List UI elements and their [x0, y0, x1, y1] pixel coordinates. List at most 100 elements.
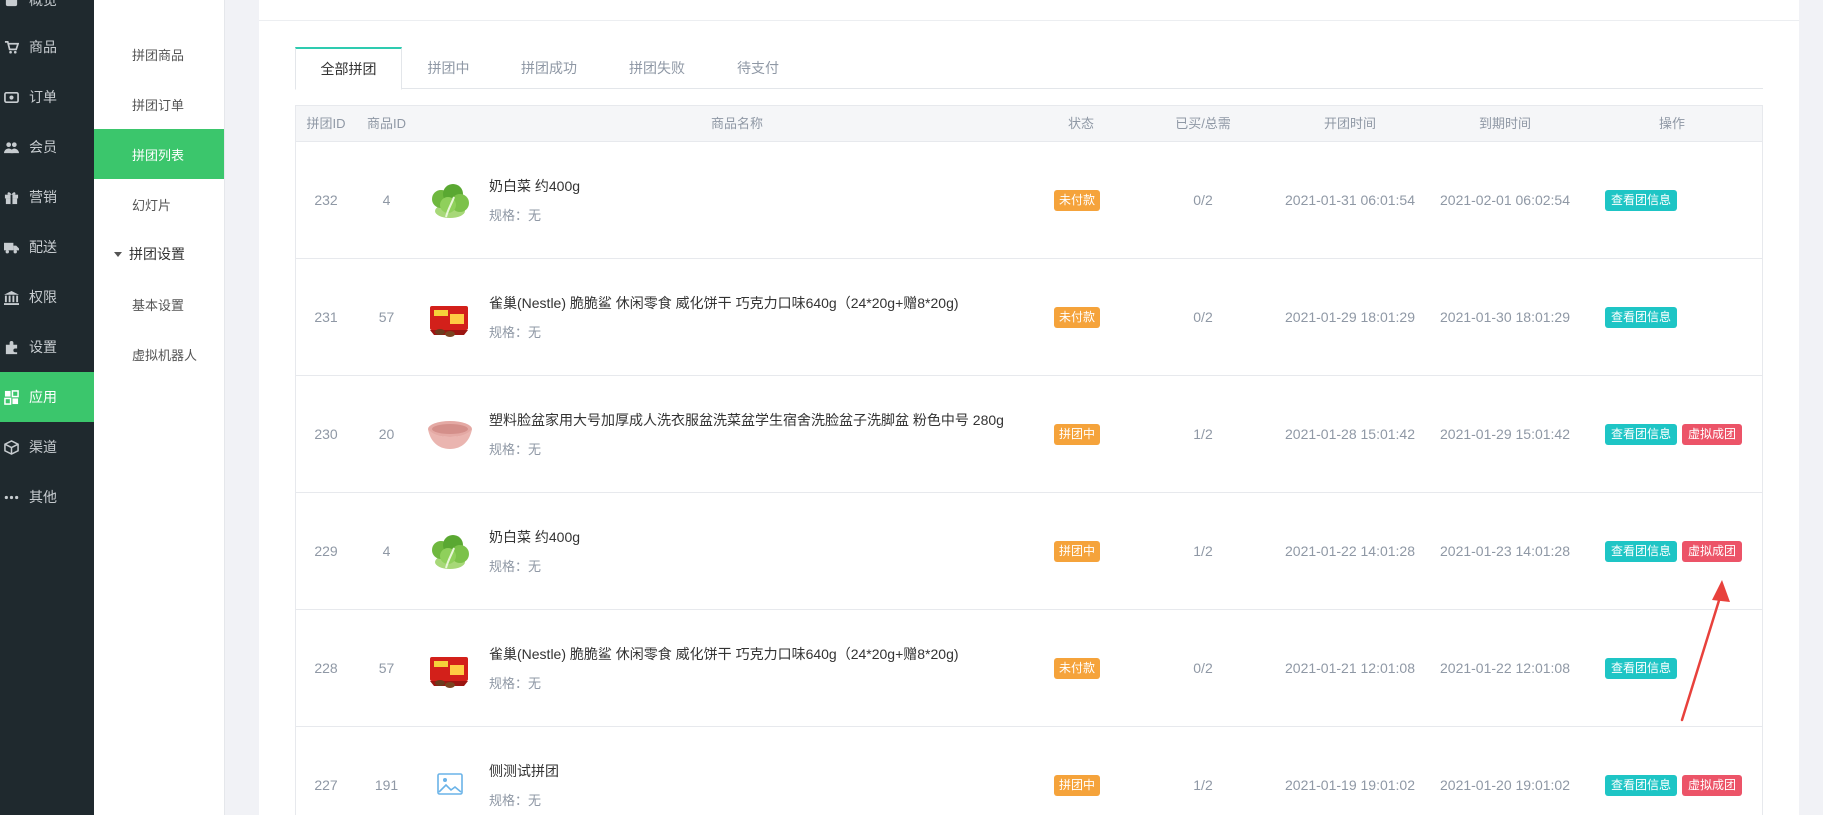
status-tabs: 全部拼团 拼团中 拼团成功 拼团失败 待支付 — [295, 47, 1763, 90]
buy-progress: 1/2 — [1193, 777, 1213, 793]
group-id: 230 — [314, 426, 338, 442]
virtual-group-button[interactable]: 虚拟成团 — [1682, 775, 1742, 796]
sidebar-item-label: 权限 — [29, 289, 57, 305]
virtual-group-button[interactable]: 虚拟成团 — [1682, 424, 1742, 445]
cube-icon — [3, 439, 19, 455]
subnav-item-virtual-robot[interactable]: 虚拟机器人 — [94, 329, 224, 379]
dashboard-icon — [3, 0, 19, 8]
sidebar-item-money[interactable]: 订单 — [0, 72, 94, 122]
subnav-item-label: 拼团商品 — [132, 47, 185, 63]
main-content: 全部拼团 拼团中 拼团成功 拼团失败 待支付 拼团ID 商品ID 商品名称 状态… — [259, 0, 1799, 815]
subnav-item-label: 基本设置 — [132, 297, 185, 313]
goods-name: 塑料脸盆家用大号加厚成人洗衣服盆洗菜盆学生宿舍洗脸盆子洗脚盆 粉色中号 280g — [489, 412, 1004, 428]
table-row: 231 57 雀巢(Nestle) 脆脆鲨 休闲零食 威化饼干 巧克力口味640g（… — [295, 259, 1763, 376]
status-badge: 拼团中 — [1054, 775, 1101, 796]
start-time: 2021-01-21 12:01:08 — [1285, 660, 1415, 676]
view-group-info-button[interactable]: 查看团信息 — [1605, 190, 1677, 211]
sidebar-item-users[interactable]: 会员 — [0, 122, 94, 172]
sidebar-item-cube[interactable]: 渠道 — [0, 422, 94, 472]
buy-progress: 1/2 — [1193, 543, 1213, 559]
view-group-info-button[interactable]: 查看团信息 — [1605, 424, 1677, 445]
col-status: 状态 — [1067, 116, 1094, 131]
placeholder-image — [426, 762, 474, 810]
virtual-group-button[interactable]: 虚拟成团 — [1682, 541, 1742, 562]
goods-spec: 规格：无 — [489, 790, 541, 809]
sidebar-item-label: 配送 — [29, 239, 57, 255]
buy-progress: 0/2 — [1193, 309, 1213, 325]
goods-id: 20 — [378, 426, 395, 442]
col-start-time: 开团时间 — [1323, 116, 1376, 131]
sidebar-item-bank[interactable]: 权限 — [0, 272, 94, 322]
tab-pending-payment[interactable]: 待支付 — [711, 47, 805, 89]
caret-down-icon — [114, 251, 122, 257]
main-sidebar: 概览 商品 订单 会员 营销 配送 权限 设置 应用 渠道 其他 — [0, 0, 94, 815]
status-badge: 拼团中 — [1054, 541, 1101, 562]
more-icon — [3, 489, 19, 505]
spec-value: 无 — [528, 793, 542, 808]
cabbage-image — [426, 177, 474, 225]
spec-value: 无 — [528, 208, 542, 223]
subnav-group-label: 拼团设置 — [129, 246, 185, 262]
status-badge: 未付款 — [1054, 658, 1101, 679]
table-row: 228 57 雀巢(Nestle) 脆脆鲨 休闲零食 威化饼干 巧克力口味640g（… — [295, 610, 1763, 727]
subnav-item-label: 拼团订单 — [132, 97, 185, 113]
money-icon — [3, 89, 19, 105]
subnav-item-label: 幻灯片 — [132, 197, 172, 213]
spec-prefix: 规格： — [489, 559, 529, 574]
goods-id: 4 — [382, 543, 391, 559]
col-actions: 操作 — [1658, 116, 1685, 131]
tab-in-progress[interactable]: 拼团中 — [402, 47, 495, 89]
subnav-item-basic-settings[interactable]: 基本设置 — [94, 279, 224, 329]
status-badge: 拼团中 — [1054, 424, 1101, 445]
sidebar-item-gift[interactable]: 营销 — [0, 172, 94, 222]
end-time: 2021-02-01 06:02:54 — [1440, 192, 1570, 208]
goods-spec: 规格：无 — [489, 673, 541, 692]
spec-prefix: 规格： — [489, 208, 529, 223]
subnav-item-slides[interactable]: 幻灯片 — [94, 179, 224, 229]
group-id: 228 — [314, 660, 338, 676]
goods-spec: 规格：无 — [489, 439, 541, 458]
view-group-info-button[interactable]: 查看团信息 — [1605, 307, 1677, 328]
bank-icon — [3, 289, 19, 305]
sidebar-item-label: 会员 — [29, 139, 57, 155]
spec-value: 无 — [528, 325, 542, 340]
cabbage-image — [426, 528, 474, 576]
table-row: 227 191 侧测试拼团 规格：无 拼团中 1/2 2021-01-19 19:01:02… — [295, 727, 1763, 815]
sidebar-item-more[interactable]: 其他 — [0, 472, 94, 522]
view-group-info-button[interactable]: 查看团信息 — [1605, 775, 1677, 796]
status-badge: 未付款 — [1054, 307, 1101, 328]
goods-id: 191 — [374, 777, 399, 793]
tab-success[interactable]: 拼团成功 — [495, 47, 603, 89]
buy-progress: 0/2 — [1193, 660, 1213, 676]
basin-image — [426, 411, 474, 459]
sidebar-item-label: 应用 — [29, 389, 57, 405]
goods-id: 57 — [378, 309, 395, 325]
gift-icon — [3, 189, 19, 205]
sidebar-item-puzzle[interactable]: 设置 — [0, 322, 94, 372]
spec-prefix: 规格： — [489, 676, 529, 691]
sidebar-item-label: 设置 — [29, 339, 57, 355]
spec-prefix: 规格： — [489, 793, 529, 808]
end-time: 2021-01-30 18:01:29 — [1440, 309, 1570, 325]
subnav-item-group-list[interactable]: 拼团列表 — [94, 129, 224, 179]
sidebar-item-label: 商品 — [29, 39, 57, 55]
annotation-arrow-icon — [1680, 580, 1730, 722]
col-progress: 已买/总需 — [1175, 116, 1231, 131]
sidebar-item-apps[interactable]: 应用 — [0, 372, 94, 422]
goods-spec: 规格：无 — [489, 322, 541, 341]
start-time: 2021-01-28 15:01:42 — [1285, 426, 1415, 442]
goods-spec: 规格：无 — [489, 556, 541, 575]
sidebar-item-label: 营销 — [29, 189, 57, 205]
secondary-sidebar: 拼团商品 拼团订单 拼团列表 幻灯片 拼团设置 基本设置 虚拟机器人 — [94, 0, 225, 815]
subnav-item-group-goods[interactable]: 拼团商品 — [94, 29, 224, 79]
goods-name: 雀巢(Nestle) 脆脆鲨 休闲零食 威化饼干 巧克力口味640g（24*20… — [489, 646, 959, 662]
view-group-info-button[interactable]: 查看团信息 — [1605, 541, 1677, 562]
tab-failed[interactable]: 拼团失败 — [603, 47, 711, 89]
sidebar-item-truck[interactable]: 配送 — [0, 222, 94, 272]
sidebar-item-cart[interactable]: 商品 — [0, 22, 94, 72]
subnav-group-settings[interactable]: 拼团设置 — [94, 229, 224, 279]
spec-prefix: 规格： — [489, 325, 529, 340]
subnav-item-group-orders[interactable]: 拼团订单 — [94, 79, 224, 129]
group-id: 227 — [314, 777, 338, 793]
tab-all[interactable]: 全部拼团 — [295, 47, 402, 90]
